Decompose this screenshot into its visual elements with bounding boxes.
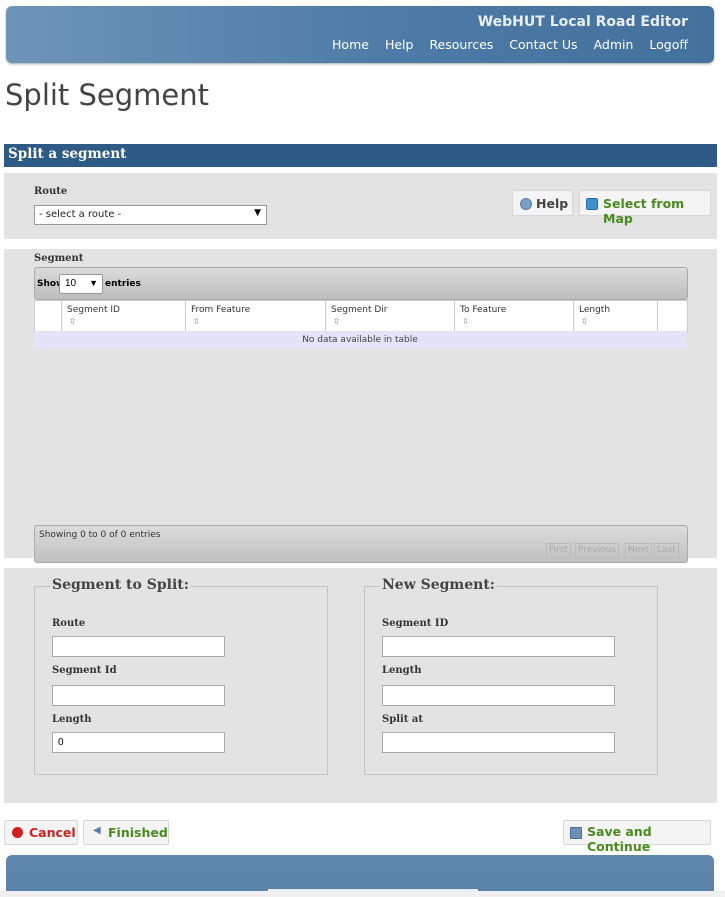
table-toolbar: Show 10 ▼ entries (34, 267, 688, 300)
col-label: Segment ID (67, 305, 120, 315)
table-header: Segment ID ⇳ From Feature ⇳ Segment Dir ⇳ T… (34, 300, 688, 332)
route-field[interactable] (52, 636, 225, 657)
nav-resources-link[interactable]: Resources (429, 37, 493, 52)
table-info: Showing 0 to 0 of 0 entries (39, 530, 161, 540)
cancel-icon (12, 827, 23, 838)
select-from-map-label: Select from Map (603, 196, 685, 226)
new-segment-id-field[interactable] (382, 636, 615, 657)
split-at-label: Split at (382, 714, 424, 725)
pager-previous-button[interactable]: Previous (575, 543, 620, 558)
col-label: Segment Dir (331, 305, 388, 315)
pager-next-button[interactable]: Next (625, 543, 652, 558)
empty-table-row: No data available in table (34, 331, 686, 349)
sort-icon: ⇳ (581, 317, 588, 326)
help-button-label: Help (536, 196, 569, 211)
col-label: Length (579, 305, 611, 315)
col-actions (657, 301, 687, 331)
col-segment-id[interactable]: Segment ID ⇳ (61, 301, 186, 331)
col-label: From Feature (191, 305, 251, 315)
sort-icon: ⇳ (333, 317, 340, 326)
chevron-down-icon: ▼ (89, 278, 98, 288)
segment-id-field-label: Segment Id (52, 665, 117, 676)
table-footer: Showing 0 to 0 of 0 entries First Previo… (34, 525, 688, 563)
segment-id-field[interactable] (52, 685, 225, 706)
route-field-label: Route (52, 618, 86, 629)
help-button[interactable]: Help (512, 190, 573, 216)
new-length-field[interactable] (382, 685, 615, 706)
sort-icon: ⇳ (69, 317, 76, 326)
horizontal-scrollbar[interactable] (0, 891, 725, 897)
nav-contact-link[interactable]: Contact Us (509, 37, 577, 52)
save-icon (570, 827, 582, 839)
length-field-label: Length (52, 714, 92, 725)
route-label: Route (34, 186, 68, 197)
section-title: Split a segment (8, 146, 127, 162)
entries-label: entries (105, 279, 141, 289)
page-title: Split Segment (5, 78, 210, 112)
new-length-label: Length (382, 665, 422, 676)
route-select-value: - select a route - (39, 209, 122, 220)
cancel-button[interactable]: Cancel (4, 820, 78, 845)
app-title: WebHUT Local Road Editor (477, 14, 688, 30)
new-segment-legend: New Segment: (380, 577, 497, 593)
nav-logoff-link[interactable]: Logoff (649, 37, 688, 52)
nav-home-link[interactable]: Home (332, 37, 369, 52)
finished-label: Finished (108, 825, 168, 840)
col-from-feature[interactable]: From Feature ⇳ (185, 301, 326, 331)
sort-icon: ⇳ (462, 317, 469, 326)
segment-to-split-legend: Segment to Split: (50, 577, 191, 593)
nav-admin-link[interactable]: Admin (594, 37, 634, 52)
pager-first-button[interactable]: First (546, 543, 571, 558)
col-to-feature[interactable]: To Feature ⇳ (454, 301, 574, 331)
dropdown-arrow-icon: ▼ (254, 208, 261, 218)
save-continue-label: Save and Continue (587, 824, 652, 854)
pager-last-button[interactable]: Last (654, 543, 679, 558)
segment-label: Segment (34, 253, 84, 264)
help-icon (520, 198, 532, 210)
map-icon (586, 198, 598, 210)
new-segment-id-label: Segment ID (382, 618, 449, 629)
route-select[interactable]: - select a route - ▼ (34, 205, 267, 225)
col-segment-dir[interactable]: Segment Dir ⇳ (325, 301, 455, 331)
cancel-label: Cancel (29, 825, 76, 840)
length-field[interactable]: 0 (52, 732, 225, 753)
save-continue-button[interactable]: Save and Continue (563, 820, 711, 854)
sort-icon: ⇳ (193, 317, 200, 326)
col-label: To Feature (460, 305, 507, 315)
app-header: WebHUT Local Road Editor Home Help Resou… (6, 6, 714, 63)
page-length-value: 10 (65, 278, 77, 289)
col-length[interactable]: Length ⇳ (573, 301, 658, 331)
finished-button[interactable]: ◀ Finished (83, 820, 169, 845)
chevron-left-icon: ◀ (93, 825, 101, 836)
length-field-value: 0 (58, 737, 64, 748)
split-at-field[interactable] (382, 732, 615, 753)
select-from-map-button[interactable]: Select from Map (579, 190, 711, 226)
top-nav: Home Help Resources Contact Us Admin Log… (316, 37, 688, 52)
section-bar: Split a segment (4, 144, 717, 167)
page-length-select[interactable]: 10 ▼ (59, 274, 103, 294)
nav-help-link[interactable]: Help (385, 37, 414, 52)
